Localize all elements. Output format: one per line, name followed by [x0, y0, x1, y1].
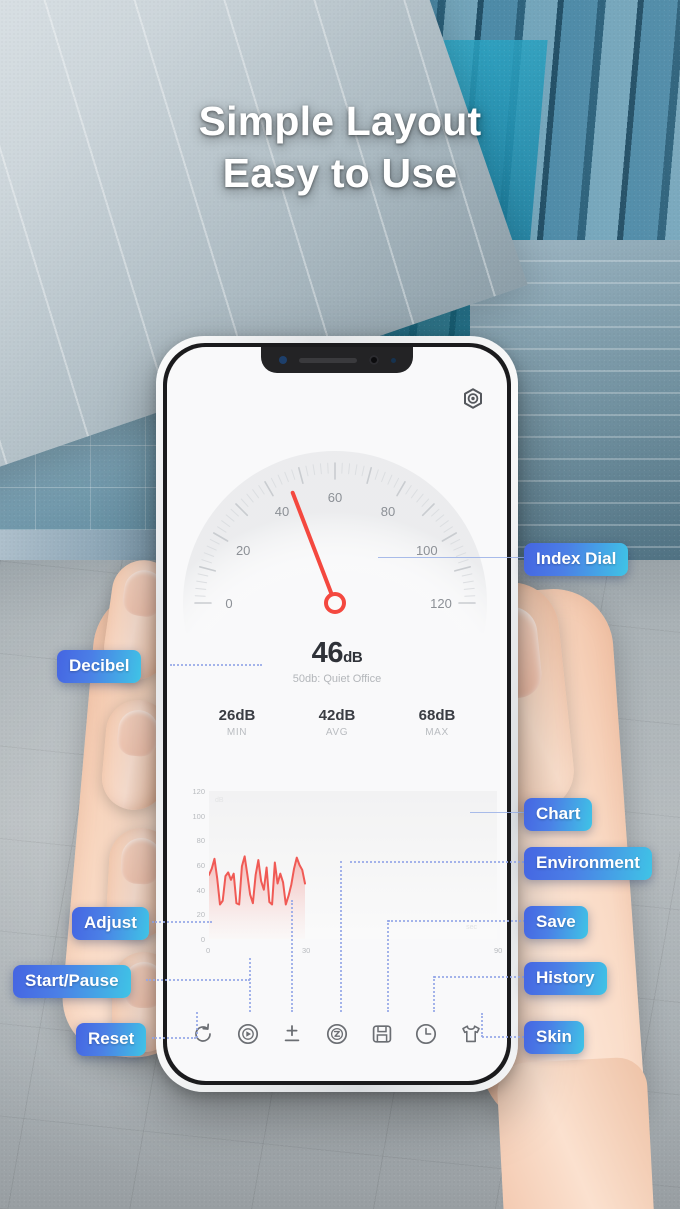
- leader-environment: [350, 861, 528, 863]
- gear-icon: [464, 388, 482, 409]
- callout-save[interactable]: Save: [524, 906, 588, 939]
- leader-env-v: [340, 861, 342, 1012]
- clock-icon: [416, 1023, 437, 1045]
- environment-button[interactable]: [324, 1021, 350, 1047]
- callout-reset[interactable]: Reset: [76, 1023, 147, 1056]
- start-pause-button[interactable]: [235, 1021, 261, 1047]
- leader-save: [388, 920, 528, 922]
- chart-y-tick: 40: [196, 885, 205, 895]
- reset-button[interactable]: [190, 1021, 216, 1047]
- chart-y-tick: 20: [196, 910, 205, 920]
- leader-history-v: [433, 976, 435, 1012]
- svg-text:60: 60: [328, 490, 342, 505]
- stat-max: 68dB MAX: [387, 707, 487, 738]
- svg-text:120: 120: [430, 596, 452, 611]
- chart-x-tick: 90: [494, 946, 503, 955]
- leader-adjust-v: [291, 900, 293, 1012]
- callout-index-dial[interactable]: Index Dial: [524, 543, 629, 576]
- phone-bezel: 0 20 40 60 80 100 120 46dB 50db: Quiet Office …: [163, 343, 511, 1085]
- callout-environment[interactable]: Environment: [524, 847, 652, 880]
- page-headline: Simple Layout Easy to Use: [0, 96, 680, 199]
- leader-reset-v: [196, 1012, 198, 1038]
- leader-reset: [152, 1037, 196, 1039]
- app-screen: 0 20 40 60 80 100 120 46dB 50db: Quiet Office …: [167, 347, 507, 1081]
- leader-chart: [470, 812, 528, 813]
- leader-decibel: [170, 664, 262, 666]
- front-camera-icon: [368, 355, 379, 365]
- chart-y-tick: 0: [200, 935, 205, 944]
- callout-chart[interactable]: Chart: [524, 798, 593, 831]
- adjust-button[interactable]: [279, 1021, 305, 1047]
- svg-text:100: 100: [416, 543, 438, 558]
- callout-adjust[interactable]: Adjust: [72, 907, 149, 940]
- leader-skin: [482, 1036, 528, 1038]
- index-dial-gauge: 0 20 40 60 80 100 120: [167, 421, 507, 755]
- decibel-reference: 50db: Quiet Office: [292, 673, 382, 685]
- svg-text:20: 20: [236, 543, 250, 558]
- stat-min: 26dB MIN: [187, 707, 287, 738]
- reset-icon: [195, 1023, 212, 1042]
- headline-line-2: Easy to Use: [222, 149, 458, 196]
- leader-save-v: [387, 920, 389, 1012]
- chart-waveform: [209, 855, 306, 939]
- callout-start-pause[interactable]: Start/Pause: [13, 965, 131, 998]
- phone-notch: [261, 347, 413, 373]
- decibel-unit: dB: [343, 649, 363, 666]
- stat-avg-value: 42dB: [318, 707, 356, 724]
- history-button[interactable]: [413, 1021, 439, 1047]
- leader-index-dial: [378, 557, 528, 558]
- stat-avg-label: AVG: [325, 727, 349, 738]
- leader-start-v: [249, 958, 251, 1012]
- gauge-svg: 0 20 40 60 80 100 120: [183, 451, 487, 755]
- chart-y-tick: 60: [196, 861, 205, 870]
- tshirt-icon: [461, 1025, 480, 1043]
- svg-text:0: 0: [225, 596, 232, 611]
- leader-history: [434, 976, 528, 978]
- sensor-dot-icon: [390, 357, 396, 363]
- chart-y-tick: 100: [192, 811, 205, 821]
- leader-adjust: [152, 921, 212, 923]
- svg-text:80: 80: [381, 504, 395, 519]
- chart-y-tick: 120: [192, 787, 205, 796]
- chart-y-tick: 80: [196, 836, 205, 846]
- stats-row: 26dB MIN 42dB AVG 68dB MAX: [167, 707, 507, 738]
- fingernail: [115, 708, 160, 758]
- decibel-value: 46: [311, 637, 344, 669]
- decibel-readout: 46dB 50db: Quiet Office: [167, 637, 507, 685]
- callout-history[interactable]: History: [524, 962, 607, 995]
- stat-max-label: MAX: [425, 727, 449, 738]
- play-circle-icon: [237, 1023, 258, 1045]
- svg-text:40: 40: [275, 504, 289, 519]
- right-hand-wrist: [495, 1056, 655, 1209]
- earpiece-speaker: [298, 357, 357, 363]
- callout-skin[interactable]: Skin: [524, 1021, 584, 1054]
- environment-icon: [326, 1023, 348, 1045]
- leader-start-pause: [146, 979, 250, 981]
- leader-skin-v: [481, 1013, 483, 1037]
- save-icon: [372, 1025, 391, 1043]
- stat-min-value: 26dB: [218, 707, 256, 724]
- stat-min-label: MIN: [226, 727, 248, 738]
- plus-minus-icon: [285, 1025, 300, 1042]
- headline-line-1: Simple Layout: [198, 98, 482, 144]
- chart-x-tick: 0: [206, 946, 211, 955]
- save-button[interactable]: [369, 1021, 395, 1047]
- proximity-sensor-icon: [278, 356, 287, 364]
- gauge-hub: [324, 592, 346, 614]
- stat-avg: 42dB AVG: [287, 707, 387, 738]
- chart-x-tick: 30: [302, 946, 311, 955]
- skin-button[interactable]: [458, 1021, 484, 1047]
- bottom-toolbar: [167, 1021, 507, 1047]
- callout-decibel[interactable]: Decibel: [57, 650, 142, 683]
- stat-max-value: 68dB: [418, 707, 456, 724]
- settings-button[interactable]: [461, 387, 485, 411]
